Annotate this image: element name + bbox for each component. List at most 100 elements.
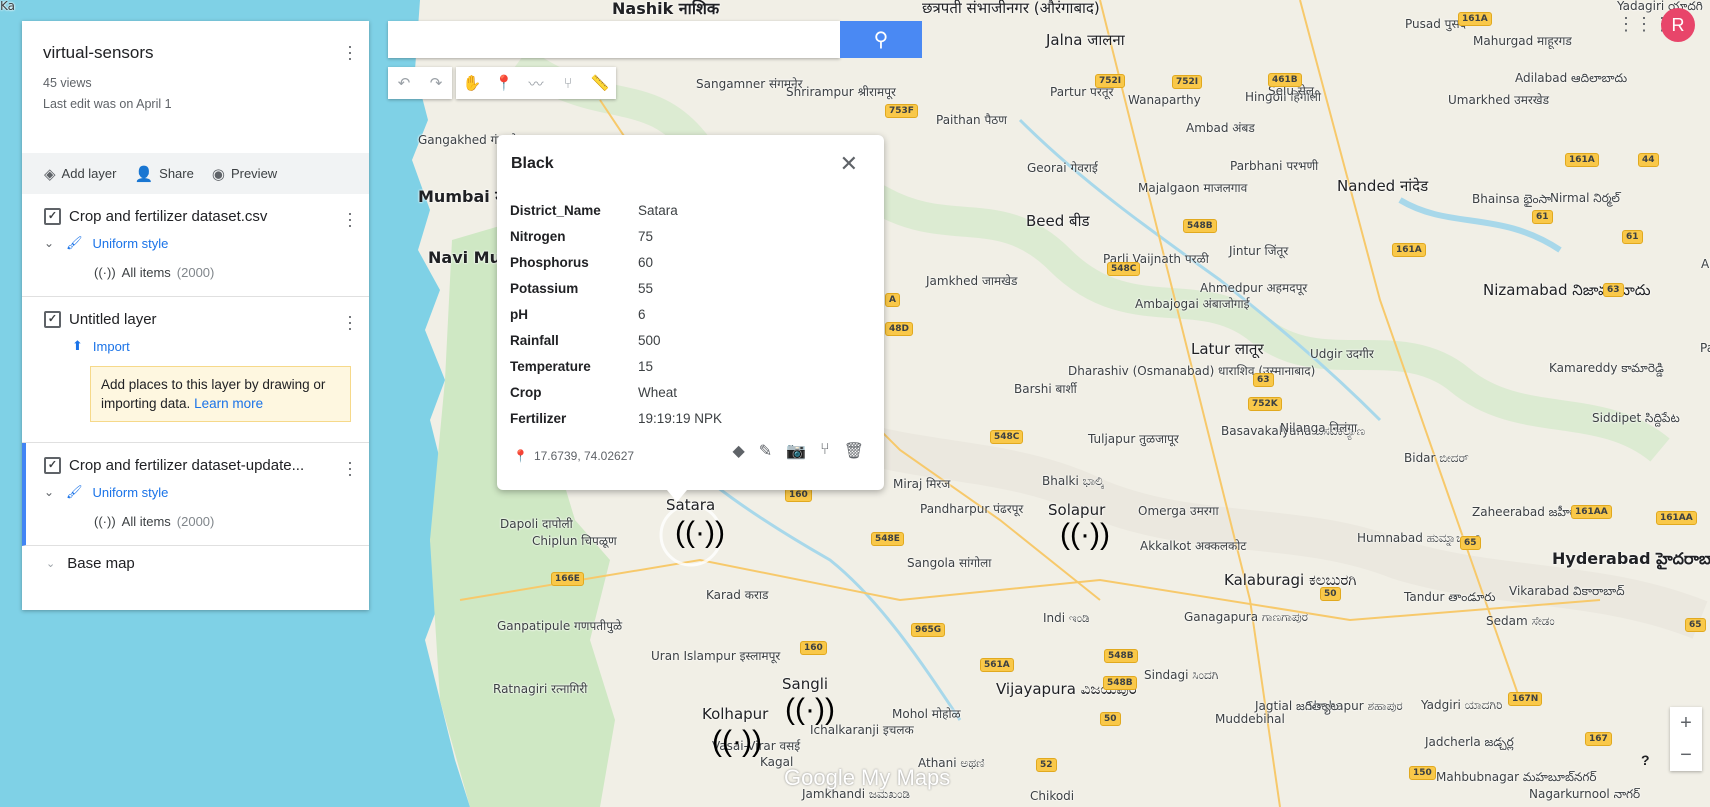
map-title[interactable]: virtual-sensors bbox=[43, 43, 349, 63]
road-shield: 548C bbox=[1107, 262, 1141, 276]
map-place-label: Uran Islampur इस्लामपूर bbox=[651, 649, 781, 663]
layers-panel: virtual-sensors 45 views Last edit was o… bbox=[22, 21, 369, 610]
style-bucket-icon[interactable]: ◆ bbox=[732, 441, 744, 461]
road-shield: 753F bbox=[885, 104, 918, 118]
road-shield: 44 bbox=[1638, 153, 1659, 167]
layer-visibility-checkbox[interactable]: ✓ bbox=[44, 311, 61, 328]
all-items-row[interactable]: ((·)) All items (2000) bbox=[94, 265, 369, 296]
undo-icon[interactable]: ↶ bbox=[388, 67, 420, 99]
zoom-out-button[interactable]: − bbox=[1670, 739, 1702, 771]
google-my-maps-logo: Google My Maps bbox=[784, 765, 951, 790]
marker-icon[interactable]: 📍 bbox=[488, 67, 520, 99]
camera-icon[interactable]: 📷 bbox=[786, 441, 806, 461]
layer-options-icon[interactable]: · · · bbox=[347, 307, 353, 337]
map-options-icon[interactable]: · · · bbox=[347, 37, 353, 67]
map-place-label: Mohol मोहोळ bbox=[892, 707, 961, 721]
layer-name[interactable]: Untitled layer bbox=[69, 311, 157, 328]
map-place-label: Georai गेवराई bbox=[1027, 161, 1098, 175]
road-shield: 63 bbox=[1253, 373, 1274, 387]
map-place-label: Akluj अकलूज bbox=[1701, 257, 1710, 271]
paint-roller-icon: 🖌 bbox=[66, 235, 83, 250]
road-shield: 161AA bbox=[1571, 505, 1612, 519]
learn-more-link[interactable]: Learn more bbox=[194, 396, 263, 411]
map-place-label: Pandharkawada पांढरकवडा bbox=[1700, 341, 1710, 355]
layer-visibility-checkbox[interactable]: ✓ bbox=[44, 208, 61, 225]
map-place-label: Yadagiri యాదగి bbox=[1617, 0, 1703, 13]
map-place-label: Sangli bbox=[782, 675, 829, 693]
layer-visibility-checkbox[interactable]: ✓ bbox=[44, 457, 61, 474]
layer-name[interactable]: Crop and fertilizer dataset.csv bbox=[69, 208, 267, 225]
map-place-label: Jagtial జగిత్యాల bbox=[1255, 699, 1339, 713]
map-place-label: Ambajogai अंबाजोगाई bbox=[1135, 297, 1250, 311]
uniform-style-link[interactable]: Uniform style bbox=[93, 236, 169, 251]
road-shield: 561A bbox=[980, 658, 1014, 672]
map-place-label: Ganagapura ಗಾಣಗಾಪುರ bbox=[1184, 610, 1308, 624]
edit-icon[interactable]: ✎ bbox=[759, 441, 772, 461]
map-place-label: Jintur जिंतूर bbox=[1229, 244, 1289, 258]
sensor-marker[interactable]: ((·)) bbox=[675, 518, 725, 548]
map-place-label: Akkalkot अक्कलकोट bbox=[1140, 539, 1247, 553]
empty-layer-hint: Add places to this layer by drawing or i… bbox=[90, 366, 351, 422]
map-place-label: छत्रपती संभाजीनगर (औरंगाबाद) bbox=[922, 0, 1100, 17]
directions-icon[interactable]: ⑂ bbox=[552, 67, 584, 99]
map-place-label: Jalna जालना bbox=[1046, 31, 1125, 49]
sensor-marker[interactable]: ((·)) bbox=[712, 727, 762, 757]
hand-icon[interactable]: ✋ bbox=[456, 67, 488, 99]
map-place-label: Umarkhed उमरखेड bbox=[1448, 93, 1550, 107]
avatar[interactable]: R bbox=[1661, 8, 1695, 42]
import-link[interactable]: Import bbox=[93, 339, 130, 354]
all-items-row[interactable]: ((·)) All items (2000) bbox=[94, 514, 369, 545]
layer-name[interactable]: Crop and fertilizer dataset-update... bbox=[69, 457, 304, 474]
close-icon[interactable]: ✕ bbox=[840, 151, 858, 177]
map-place-label: Udgir उदगीर bbox=[1310, 347, 1374, 361]
table-row: Phosphorus 60 bbox=[510, 254, 654, 270]
delete-icon[interactable]: 🗑 bbox=[844, 441, 864, 461]
map-place-label: Adilabad ఆదిలాబాదు bbox=[1515, 71, 1628, 85]
layers-icon: ◈ bbox=[44, 165, 56, 183]
redo-icon[interactable]: ↷ bbox=[420, 67, 452, 99]
road-shield: 52 bbox=[1036, 758, 1057, 772]
map-place-label: Nilanga निलंगा bbox=[1280, 421, 1358, 435]
preview-button[interactable]: ◉ Preview bbox=[212, 165, 277, 183]
ruler-icon[interactable]: 📏 bbox=[584, 67, 616, 99]
uniform-style-link[interactable]: Uniform style bbox=[93, 485, 169, 500]
sensor-marker[interactable]: ((·)) bbox=[785, 695, 835, 725]
map-place-label: Chiplun चिपळूण bbox=[532, 534, 617, 548]
road-shield: 548E bbox=[871, 532, 904, 546]
map-place-label: Sedam ಸೇಡಂ bbox=[1486, 614, 1555, 628]
base-map-row[interactable]: ⌄ Base map bbox=[22, 546, 369, 572]
map-place-label: Sindagi ಸಿಂದಗಿ bbox=[1144, 668, 1219, 682]
attribute-table: District_Name Satara Nitrogen 75 Phosphoru… bbox=[510, 197, 722, 431]
map-place-label: Vikarabad వికారాబాద్ bbox=[1509, 584, 1625, 598]
map-place-label: Dapoli दापोली bbox=[500, 517, 573, 531]
road-shield: 167 bbox=[1585, 732, 1612, 746]
sensor-marker[interactable]: ((·)) bbox=[1060, 520, 1110, 550]
road-shield: 752I bbox=[1172, 75, 1203, 89]
road-shield: 161A bbox=[1458, 12, 1492, 26]
zoom-in-button[interactable]: + bbox=[1670, 707, 1702, 739]
table-row: Nitrogen 75 bbox=[510, 228, 654, 244]
help-icon[interactable]: ? bbox=[1641, 752, 1650, 768]
road-shield: 61 bbox=[1622, 230, 1643, 244]
search-input[interactable] bbox=[388, 21, 840, 58]
sensor-icon: ((·)) bbox=[94, 514, 116, 529]
map-place-label: Jadcherla జడ్చర్ల bbox=[1425, 735, 1514, 749]
map-place-label: Ka bbox=[0, 0, 16, 13]
map-place-label: Nirmal నిర్మల్ bbox=[1550, 191, 1620, 205]
chevron-down-icon[interactable]: ⌄ bbox=[44, 236, 56, 250]
road-shield: 160 bbox=[800, 641, 827, 655]
road-shield: 548B bbox=[1103, 676, 1137, 690]
chevron-down-icon[interactable]: ⌄ bbox=[44, 485, 56, 499]
road-shield: 461B bbox=[1268, 73, 1302, 87]
add-layer-button[interactable]: ◈ Add layer bbox=[44, 165, 116, 183]
table-row: Crop Wheat bbox=[510, 384, 678, 400]
map-place-label: Latur लातूर bbox=[1191, 340, 1264, 358]
search-button[interactable]: ⚲ bbox=[840, 21, 922, 58]
draw-line-icon[interactable]: 〰 bbox=[520, 67, 552, 99]
map-place-label: Nashik नाशिक bbox=[612, 0, 720, 18]
share-button[interactable]: 👤 Share bbox=[134, 165, 193, 183]
layer-options-icon[interactable]: · · · bbox=[347, 204, 353, 234]
layer-options-icon[interactable]: · · · bbox=[347, 453, 353, 483]
map-place-label: Sangola सांगोला bbox=[907, 556, 992, 570]
directions-icon[interactable]: ⑂ bbox=[820, 441, 830, 461]
